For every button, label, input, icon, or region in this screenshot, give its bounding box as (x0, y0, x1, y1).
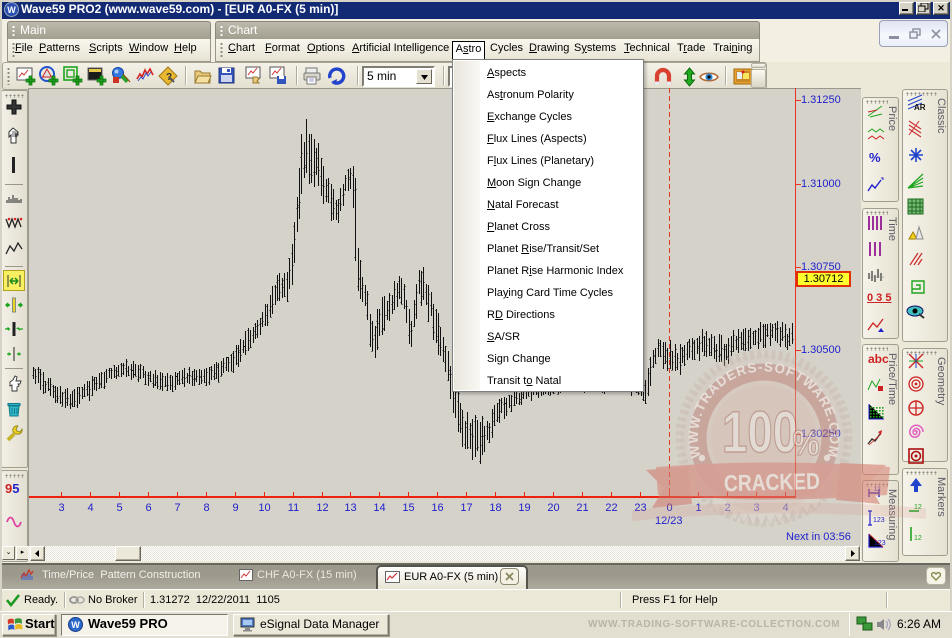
svg-text:12: 12 (914, 504, 922, 511)
svg-text:W: W (71, 620, 80, 630)
svg-text:12: 12 (874, 487, 881, 493)
svg-text:AR: AR (914, 103, 926, 112)
svg-text:12: 12 (914, 535, 922, 542)
svg-text:123: 123 (873, 517, 885, 524)
svg-text:W: W (7, 5, 16, 15)
svg-text:123: 123 (874, 540, 886, 547)
